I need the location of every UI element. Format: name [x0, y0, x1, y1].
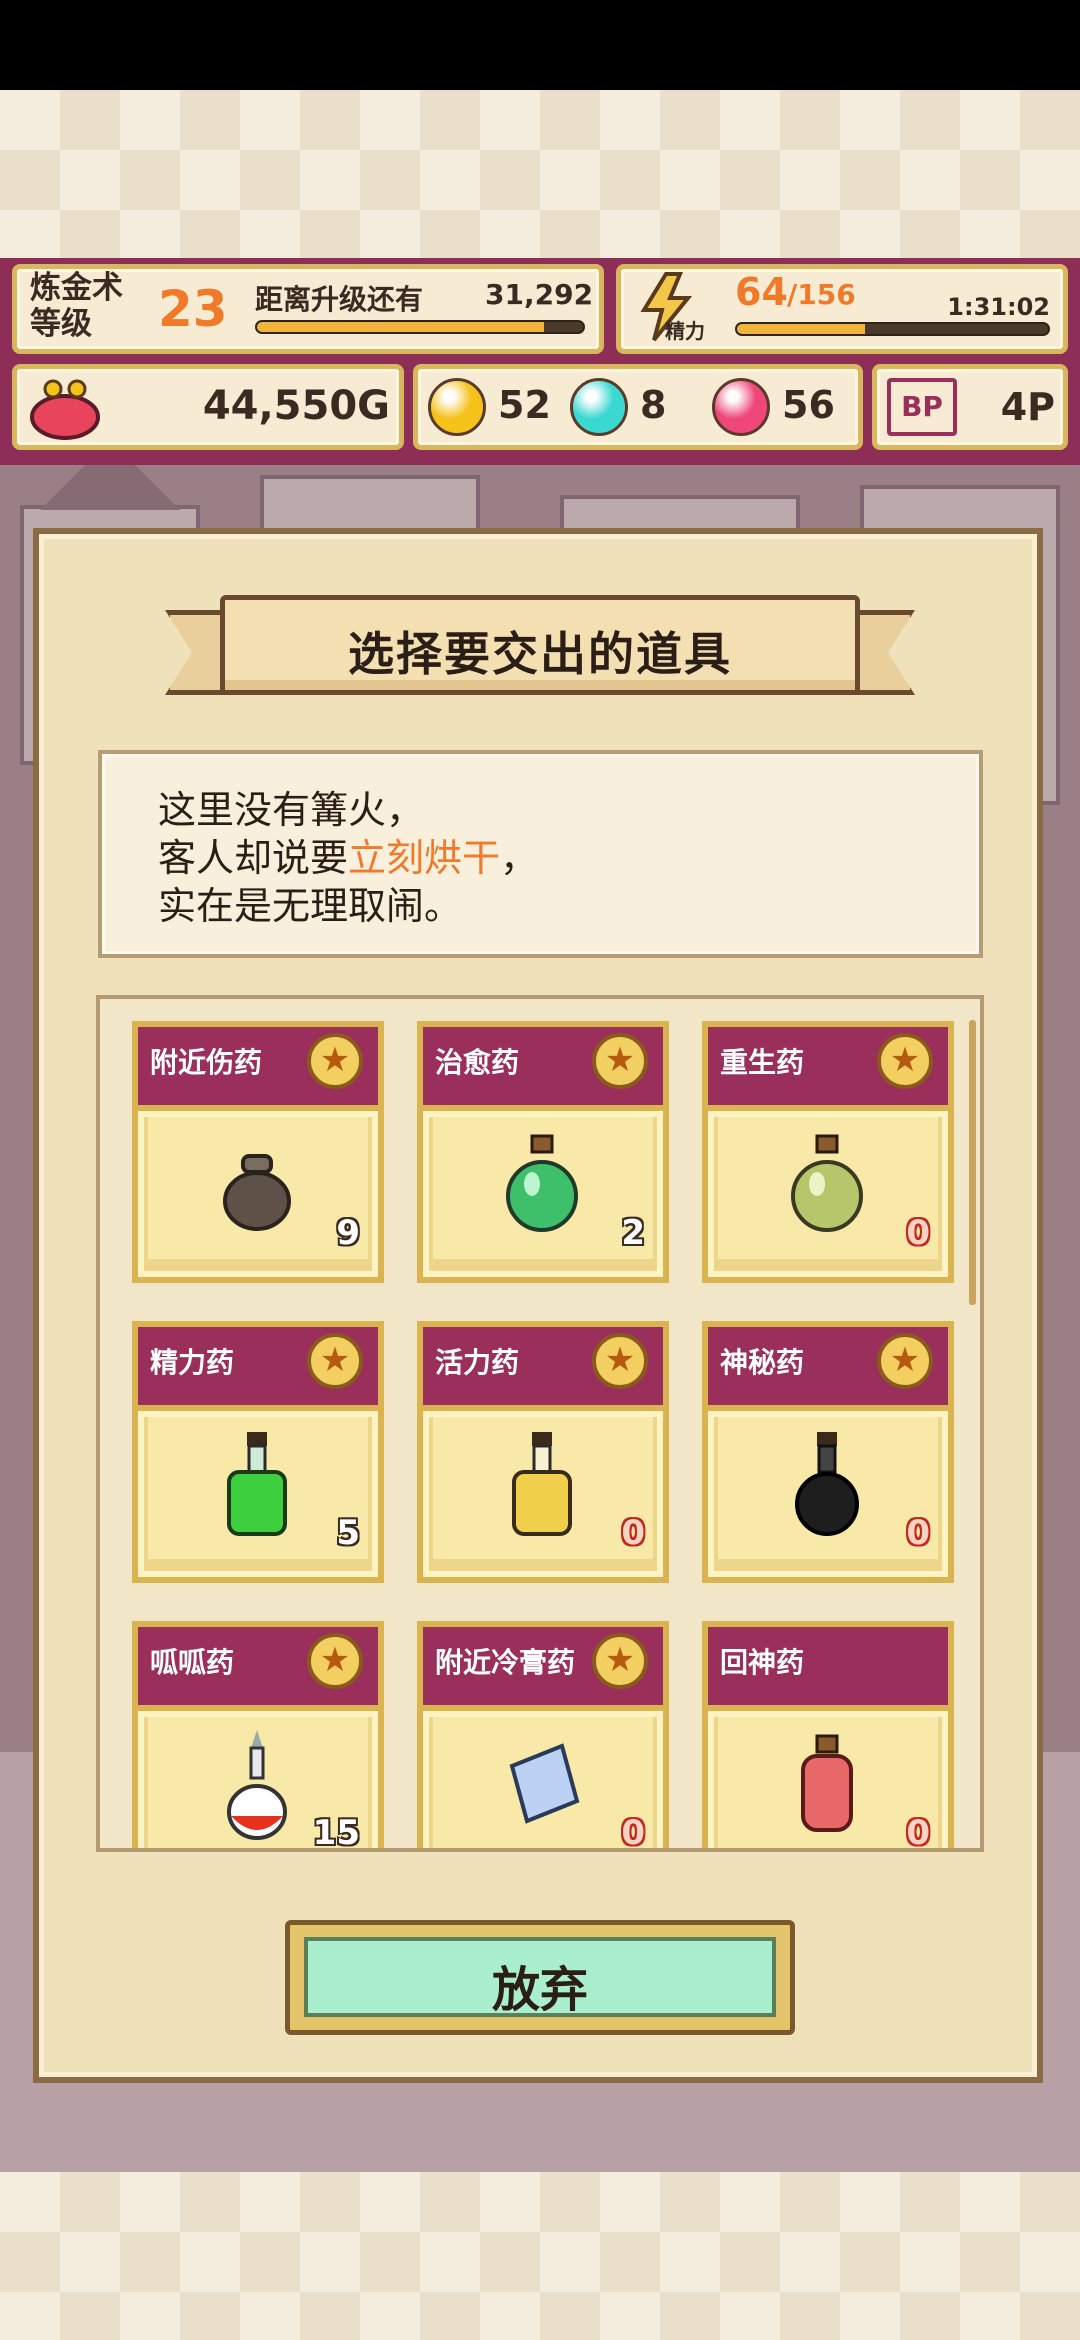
item-name: 呱呱药 [150, 1646, 235, 1679]
yellow-flask-icon [512, 1432, 572, 1536]
purse-icon [30, 379, 100, 440]
olive-potion-icon [791, 1134, 863, 1232]
star-icon[interactable]: ★ [592, 1633, 648, 1689]
energy-current: 64 [735, 270, 788, 314]
background-pattern [0, 2172, 1080, 2340]
item-card[interactable]: 活力药 ★ 0 [417, 1321, 669, 1583]
item-card[interactable]: 重生药 ★ 0 [702, 1021, 954, 1283]
item-card[interactable]: 神秘药 ★ 0 [702, 1321, 954, 1583]
gold-value: 44,550G [202, 383, 390, 429]
cloth-icon [509, 1743, 580, 1824]
bp-badge-icon: BP [887, 378, 957, 436]
pink-orb-value: 56 [782, 383, 835, 427]
item-name: 治愈药 [435, 1046, 520, 1079]
pink-orb-icon [712, 378, 770, 436]
level-progress-bar [255, 320, 585, 334]
item-name: 附近伤药 [150, 1046, 263, 1079]
item-name: 回神药 [720, 1646, 805, 1679]
item-name: 活力药 [435, 1346, 520, 1379]
item-card[interactable]: 附近伤药 ★ 9 [132, 1021, 384, 1283]
star-icon[interactable]: ★ [307, 1633, 363, 1689]
scrollbar[interactable] [969, 1020, 976, 1305]
star-icon[interactable]: ★ [307, 1333, 363, 1389]
dialog-title: 选择要交出的道具 [348, 627, 732, 681]
message-line-3: 实在是无理取闹。 [158, 884, 463, 928]
pouch-icon [223, 1154, 291, 1231]
energy-progress-bar [735, 322, 1050, 336]
energy-timer: 1:31:02 [947, 293, 1050, 321]
item-count: 0 [906, 1513, 930, 1553]
star-icon[interactable]: ★ [877, 1333, 933, 1389]
item-card[interactable]: 治愈药 ★ 2 [417, 1021, 669, 1283]
cyan-orb-value: 8 [640, 383, 667, 427]
item-count: 15 [312, 1813, 360, 1852]
item-count: 0 [906, 1813, 930, 1852]
star-icon[interactable]: ★ [592, 1033, 648, 1089]
level-label: 炼金术 等级 [30, 270, 123, 342]
pink-potion-icon [801, 1734, 853, 1832]
roof [40, 465, 180, 510]
item-card[interactable]: 呱呱药 ★ 15 [132, 1621, 384, 1852]
message-line-1: 这里没有篝火， [158, 788, 425, 832]
star-icon[interactable]: ★ [592, 1333, 648, 1389]
yellow-orb-value: 52 [498, 383, 551, 427]
item-card[interactable]: 回神药 0 [702, 1621, 954, 1852]
item-count: 0 [906, 1213, 930, 1253]
bp-value: 4P [1000, 385, 1055, 429]
item-name: 附近冷膏药 [435, 1646, 576, 1679]
green-potion-icon [506, 1134, 578, 1232]
item-count: 5 [336, 1513, 360, 1553]
star-icon[interactable]: ★ [307, 1033, 363, 1089]
yellow-orb-icon [428, 378, 486, 436]
background-pattern [0, 90, 1080, 258]
item-count: 0 [621, 1513, 645, 1553]
message-line-2: 客人却说要立刻烘干， [158, 836, 539, 880]
item-card[interactable]: 附近冷膏药 ★ 0 [417, 1621, 669, 1852]
item-name: 神秘药 [720, 1346, 805, 1379]
item-count: 9 [336, 1213, 360, 1253]
level-number: 23 [158, 280, 228, 338]
red-vial-icon [227, 1730, 287, 1840]
item-card[interactable]: 精力药 ★ 5 [132, 1321, 384, 1583]
energy-max: /156 [787, 278, 856, 311]
energy-label: 精力 [665, 319, 705, 343]
status-bar [0, 0, 1080, 90]
item-count: 0 [621, 1813, 645, 1852]
message-highlight: 立刻烘干 [348, 836, 501, 880]
lime-flask-icon [227, 1432, 287, 1536]
item-count: 2 [621, 1213, 645, 1253]
item-name: 精力药 [150, 1346, 235, 1379]
item-name: 重生药 [720, 1046, 805, 1079]
cyan-orb-icon [570, 378, 628, 436]
black-flask-icon [795, 1432, 859, 1536]
next-level-value: 31,292 [485, 278, 594, 311]
next-level-label: 距离升级还有 [255, 283, 424, 316]
item-grid[interactable]: 附近伤药 ★ 9 治愈药 ★ 2 重生药 ★ 0 精力药 ★ 5 活力药 ★ 0 神秘药 ★ 0 呱呱药 ★ 15 附近冷… [96, 995, 984, 1852]
star-icon[interactable]: ★ [877, 1033, 933, 1089]
abandon-button-label: 放弃 [491, 1962, 588, 2018]
